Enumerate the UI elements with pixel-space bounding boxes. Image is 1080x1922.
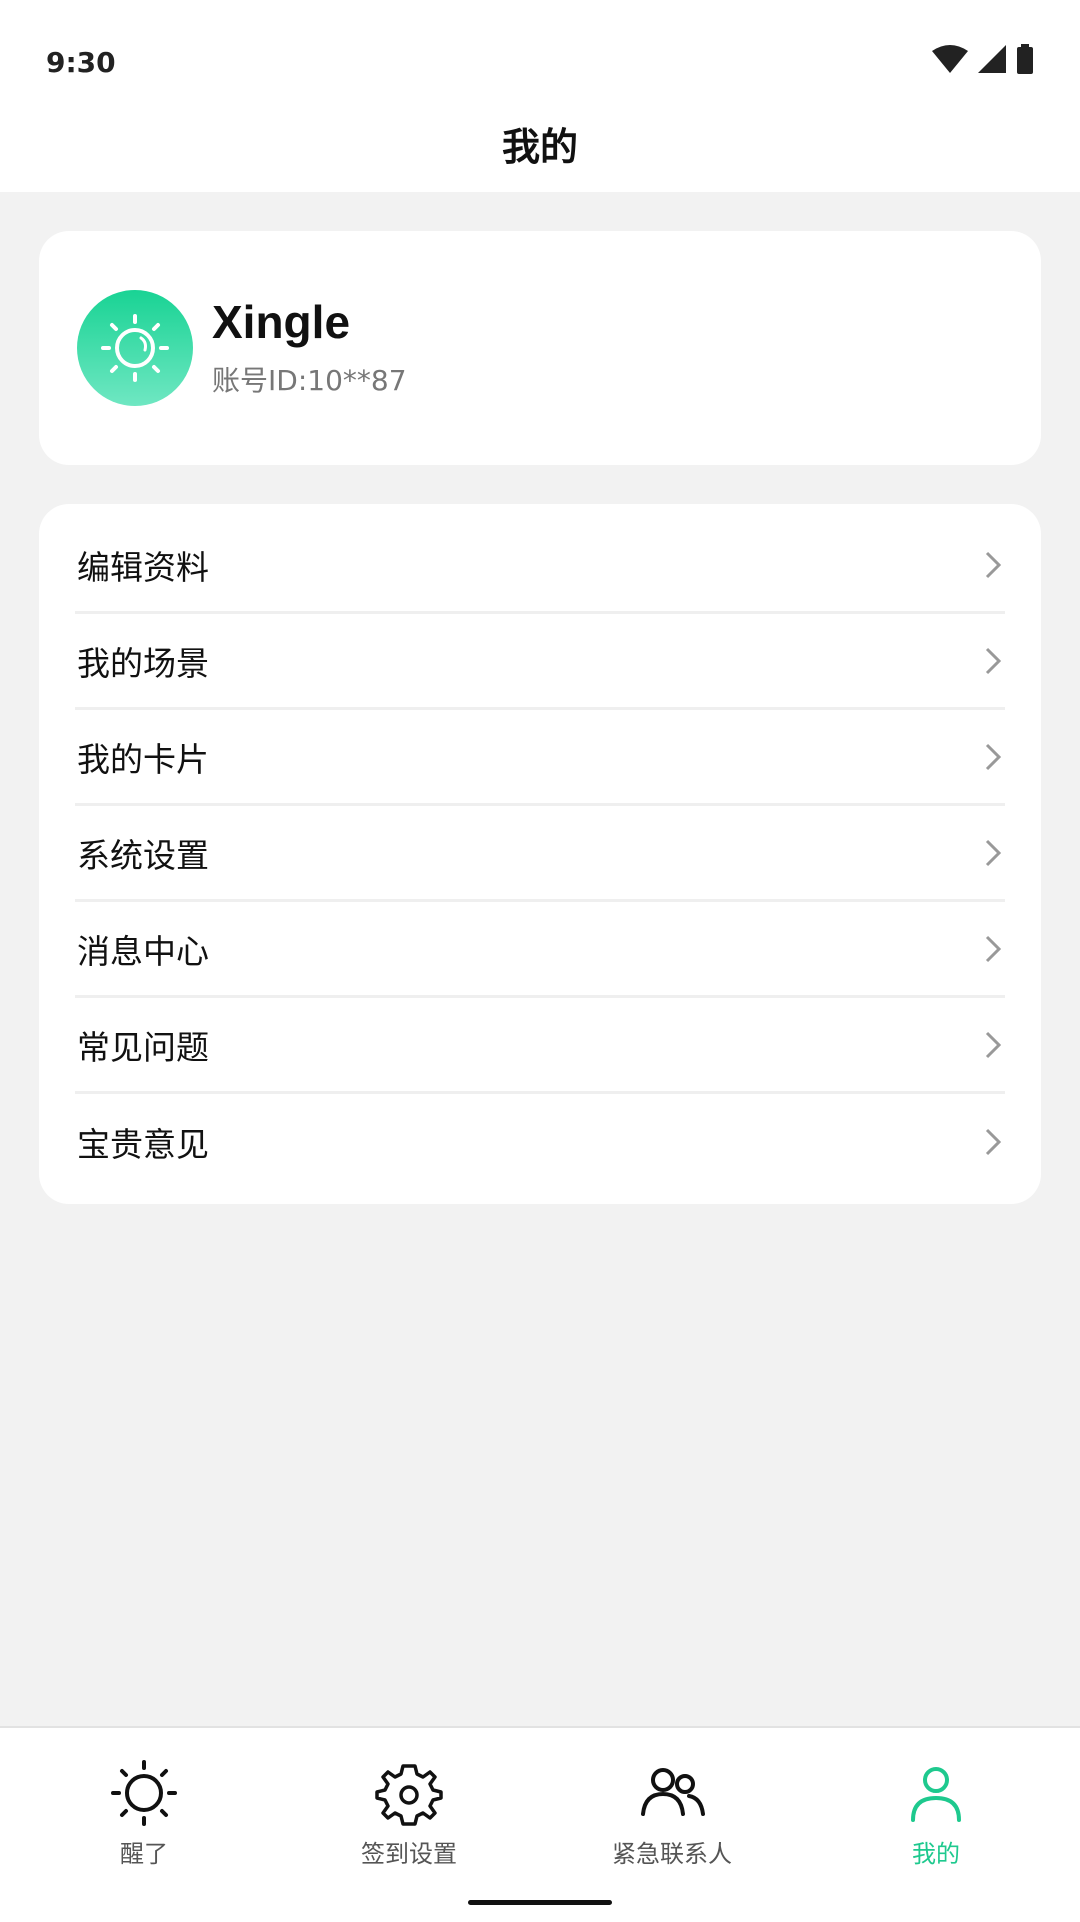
menu-item-label: 我的卡片 bbox=[77, 739, 209, 779]
sun-icon bbox=[111, 1760, 177, 1826]
menu-item-faq[interactable]: 常见问题 bbox=[75, 998, 1005, 1094]
tab-label: 我的 bbox=[912, 1840, 960, 1868]
status-icons bbox=[932, 44, 1034, 74]
tab-label: 紧急联系人 bbox=[612, 1840, 732, 1868]
tab-label: 签到设置 bbox=[361, 1840, 457, 1868]
chevron-right-icon bbox=[985, 839, 1002, 866]
menu-item-feedback[interactable]: 宝贵意见 bbox=[75, 1094, 1005, 1190]
home-indicator[interactable] bbox=[468, 1900, 612, 1905]
menu-item-label: 常见问题 bbox=[77, 1027, 209, 1067]
sun-icon bbox=[101, 314, 169, 382]
menu-item-label: 系统设置 bbox=[77, 835, 209, 875]
signal-icon bbox=[978, 45, 1006, 73]
page-title: 我的 bbox=[501, 125, 578, 169]
tab-emergency-contacts[interactable]: 紧急联系人 bbox=[572, 1758, 772, 1869]
chevron-right-icon bbox=[985, 935, 1002, 962]
menu-item-my-scenes[interactable]: 我的场景 bbox=[75, 614, 1005, 710]
status-time: 9:30 bbox=[46, 46, 116, 79]
status-bar: 9:30 bbox=[0, 0, 1080, 110]
user-icon bbox=[911, 1767, 961, 1822]
menu-item-label: 我的场景 bbox=[77, 643, 209, 683]
bottom-nav: 醒了 签到设置 紧急联系人 我的 bbox=[0, 1726, 1080, 1922]
menu-item-label: 宝贵意见 bbox=[77, 1125, 209, 1164]
tab-mine[interactable]: 我的 bbox=[836, 1758, 1036, 1869]
chevron-right-icon bbox=[985, 743, 1002, 770]
menu-item-system-settings[interactable]: 系统设置 bbox=[75, 806, 1005, 902]
page-header: 我的 bbox=[0, 110, 1080, 192]
avatar[interactable] bbox=[77, 290, 193, 406]
chevron-right-icon bbox=[985, 647, 1002, 674]
profile-card[interactable]: Xingle 账号ID:10**87 bbox=[39, 231, 1041, 465]
account-id: 账号ID:10**87 bbox=[212, 364, 407, 397]
wifi-icon bbox=[932, 45, 968, 73]
profile-name: Xingle bbox=[212, 296, 351, 348]
battery-icon bbox=[1017, 44, 1033, 74]
chevron-right-icon bbox=[985, 1031, 1002, 1058]
contacts-icon bbox=[641, 1768, 705, 1816]
chevron-right-icon bbox=[985, 1128, 1002, 1156]
chevron-right-icon bbox=[985, 551, 1002, 578]
menu-item-label: 消息中心 bbox=[77, 931, 209, 971]
tab-label: 醒了 bbox=[120, 1840, 168, 1868]
menu-item-message-center[interactable]: 消息中心 bbox=[75, 902, 1005, 998]
menu-item-label: 编辑资料 bbox=[77, 547, 209, 587]
menu-item-edit-profile[interactable]: 编辑资料 bbox=[75, 518, 1005, 614]
menu-item-my-cards[interactable]: 我的卡片 bbox=[75, 710, 1005, 806]
menu-card: 编辑资料 我的场景 我的卡片 系统设置 消息中心 常见问题 宝贵意见 bbox=[39, 504, 1041, 1204]
gear-icon bbox=[375, 1764, 443, 1826]
tab-wake[interactable]: 醒了 bbox=[44, 1758, 244, 1869]
tab-checkin-settings[interactable]: 签到设置 bbox=[309, 1758, 509, 1869]
